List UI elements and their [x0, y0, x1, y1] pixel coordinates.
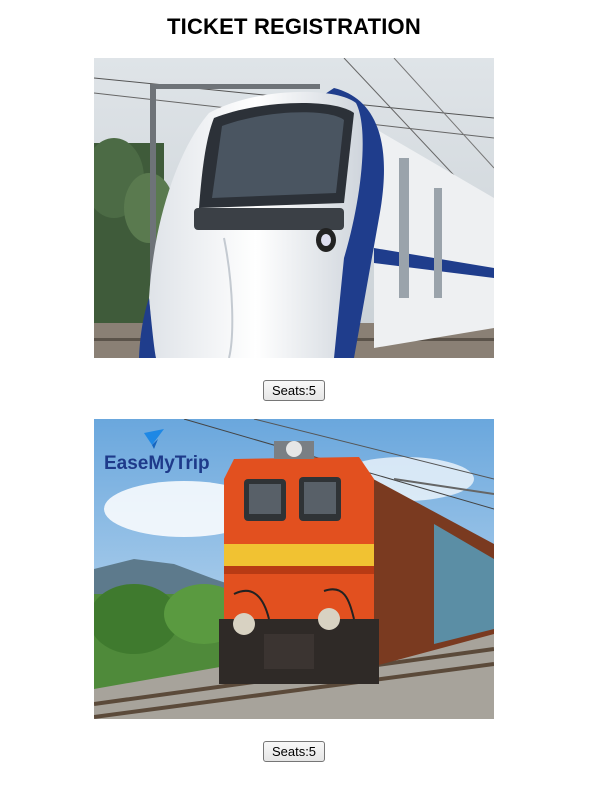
seats-button[interactable]: Seats:5	[263, 741, 325, 762]
page-title: TICKET REGISTRATION	[167, 14, 421, 39]
seats-button[interactable]: Seats:5	[263, 380, 325, 401]
train-photo	[94, 58, 494, 358]
train-card: EaseMyTrip	[94, 419, 494, 719]
train-photo: EaseMyTrip	[94, 419, 494, 719]
svg-text:EaseMyTrip: EaseMyTrip	[104, 453, 210, 474]
train-card	[94, 58, 494, 358]
